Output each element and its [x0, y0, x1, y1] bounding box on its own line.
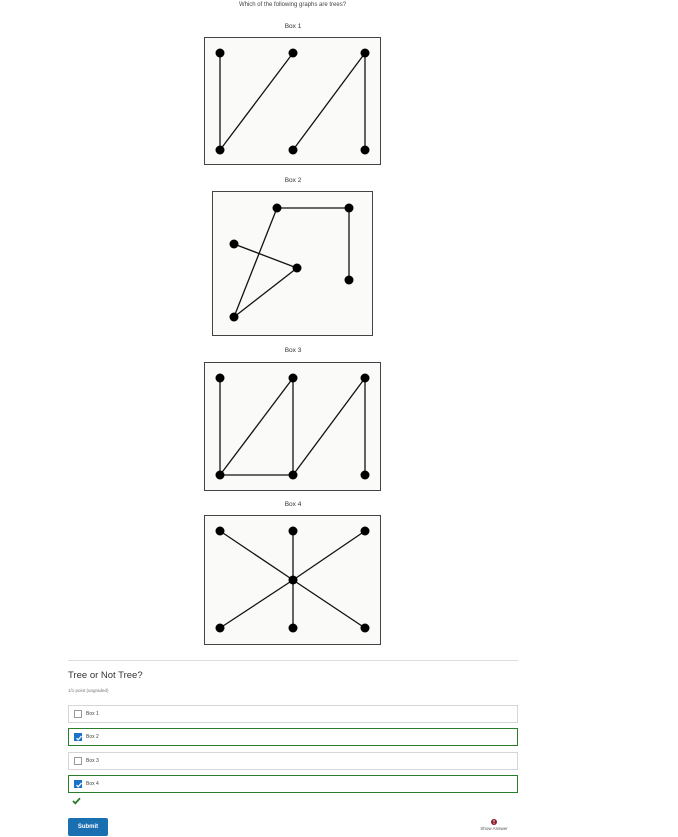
- graph-box-1: [204, 37, 381, 165]
- box-3-label: Box 3: [284, 347, 302, 354]
- graph-2-drawing: [229, 203, 354, 322]
- checkbox-checked[interactable]: [74, 733, 82, 741]
- vertex: [215, 470, 225, 480]
- checkbox-unchecked[interactable]: [74, 757, 82, 765]
- divider: [68, 660, 518, 661]
- edge: [219, 530, 294, 581]
- checkmark-icon: [76, 782, 82, 788]
- vertex: [288, 48, 298, 58]
- problem-title: Tree or Not Tree?: [68, 670, 143, 681]
- option-box-4[interactable]: Box 4: [68, 775, 518, 793]
- correct-check-icon: [72, 797, 81, 805]
- edge: [219, 377, 294, 476]
- option-label: Box 3: [86, 758, 99, 764]
- vertex: [360, 526, 370, 536]
- edge: [219, 579, 294, 629]
- vertex: [344, 275, 354, 285]
- vertex: [288, 623, 298, 633]
- submit-button[interactable]: Submit: [68, 818, 108, 836]
- graph-box-4: [204, 515, 381, 645]
- vertex: [360, 48, 370, 58]
- vertex: [272, 203, 282, 213]
- problem-points: 1/1 point (ungraded): [68, 688, 109, 693]
- edge: [292, 530, 366, 581]
- checkbox-checked[interactable]: [74, 780, 82, 788]
- vertex: [215, 145, 225, 155]
- option-box-3[interactable]: Box 3: [68, 752, 518, 770]
- vertex: [215, 48, 225, 58]
- vertex: [360, 145, 370, 155]
- edge: [219, 52, 294, 151]
- edge: [292, 579, 366, 629]
- graph-3-drawing: [215, 373, 370, 480]
- vertex: [360, 470, 370, 480]
- box-4-label: Box 4: [284, 501, 302, 508]
- question-prompt: Which of the following graphs are trees?: [238, 2, 347, 8]
- vertex: [215, 623, 225, 633]
- option-box-2[interactable]: Box 2: [68, 728, 518, 746]
- show-answer-button[interactable]: Show Answer: [470, 819, 518, 831]
- vertex: [288, 526, 298, 536]
- option-label: Box 1: [86, 711, 99, 717]
- graph-box-2: [212, 191, 373, 336]
- vertex: [229, 239, 239, 249]
- edge: [292, 377, 366, 476]
- vertex: [288, 470, 298, 480]
- vertex: [292, 263, 302, 273]
- vertex: [288, 373, 298, 383]
- graph-box-3: [204, 362, 381, 491]
- graph-1-drawing: [215, 48, 370, 155]
- vertex: [288, 575, 298, 585]
- option-label: Box 2: [86, 734, 99, 740]
- vertex: [215, 373, 225, 383]
- box-2-label: Box 2: [284, 177, 302, 184]
- edge: [292, 52, 366, 151]
- vertex: [360, 373, 370, 383]
- show-answer-label: Show Answer: [480, 826, 508, 831]
- vertex: [215, 526, 225, 536]
- vertex: [360, 623, 370, 633]
- checkmark-icon: [76, 735, 82, 741]
- box-1-label: Box 1: [284, 23, 302, 30]
- vertex: [229, 312, 239, 322]
- option-label: Box 4: [86, 781, 99, 787]
- vertex: [344, 203, 354, 213]
- graph-4-drawing: [215, 526, 370, 633]
- vertex: [288, 145, 298, 155]
- edge: [233, 243, 298, 269]
- info-icon: [491, 819, 497, 825]
- option-box-1[interactable]: Box 1: [68, 705, 518, 723]
- checkbox-unchecked[interactable]: [74, 710, 82, 718]
